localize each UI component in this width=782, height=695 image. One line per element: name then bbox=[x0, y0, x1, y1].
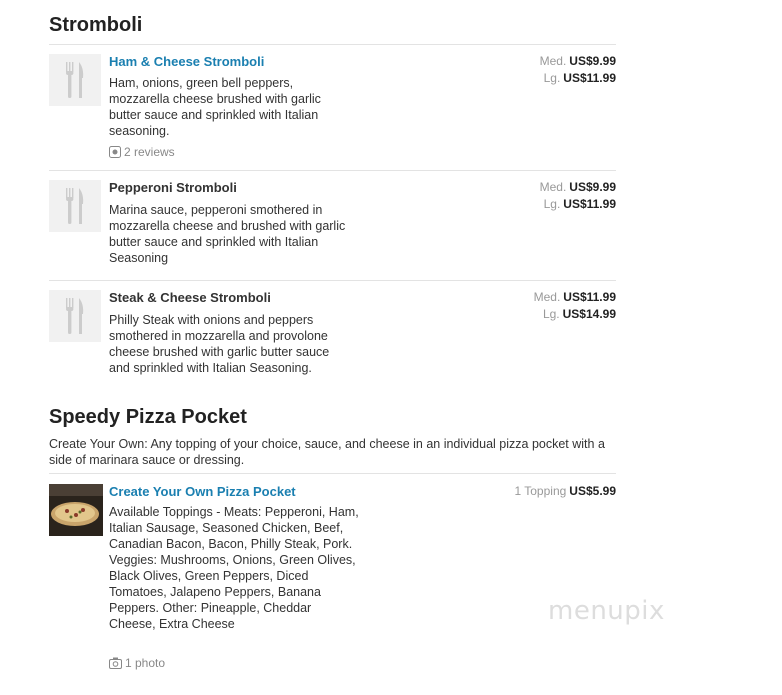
price-size: Med. bbox=[539, 54, 567, 68]
item-description: Ham, onions, green bell peppers, mozzare… bbox=[109, 76, 321, 138]
price-value: US$11.99 bbox=[563, 197, 616, 211]
price-row: Lg. US$11.99 bbox=[544, 197, 616, 211]
item-title: Steak & Cheese Stromboli bbox=[109, 290, 271, 305]
price-value: US$9.99 bbox=[569, 54, 616, 68]
photos-link[interactable]: 1 photo bbox=[109, 656, 165, 670]
item-description: Philly Steak with onions and peppers smo… bbox=[109, 313, 330, 375]
fork-knife-icon bbox=[66, 188, 84, 224]
fork-knife-icon bbox=[66, 298, 84, 334]
price-row: Med. US$11.99 bbox=[534, 290, 616, 304]
price-row: Med. US$9.99 bbox=[540, 54, 616, 68]
price-value: US$9.99 bbox=[569, 180, 616, 194]
price-size: Lg. bbox=[543, 71, 561, 85]
section-title-stromboli: Stromboli bbox=[49, 14, 143, 36]
price-size: Med. bbox=[539, 180, 567, 194]
item-title-link[interactable]: Ham & Cheese Stromboli bbox=[109, 54, 264, 69]
item-placeholder-image bbox=[49, 54, 101, 106]
item-description: Marina sauce, pepperoni smothered in moz… bbox=[109, 203, 346, 265]
camera-icon bbox=[109, 657, 122, 669]
photos-count: 1 photo bbox=[125, 656, 166, 670]
section-description: Create Your Own: Any topping of your cho… bbox=[49, 437, 605, 467]
price-size: Med. bbox=[533, 290, 561, 304]
price-value: US$11.99 bbox=[563, 71, 616, 85]
price-value: US$5.99 bbox=[569, 484, 616, 498]
divider bbox=[49, 44, 616, 45]
divider bbox=[49, 280, 616, 281]
reviews-count: 2 reviews bbox=[124, 145, 175, 159]
price-row: Med. US$9.99 bbox=[540, 180, 616, 194]
menupix-watermark: menupix bbox=[548, 596, 665, 626]
price-row: Lg. US$14.99 bbox=[543, 307, 616, 321]
price-row: 1 Topping US$5.99 bbox=[514, 484, 616, 498]
section-title-speedy-pizza-pocket: Speedy Pizza Pocket bbox=[49, 406, 247, 428]
item-photo[interactable] bbox=[49, 484, 103, 536]
item-description: Available Toppings - Meats: Pepperoni, H… bbox=[109, 505, 359, 631]
price-size: 1 Topping bbox=[514, 484, 567, 498]
price-value: US$14.99 bbox=[562, 307, 616, 321]
item-title-link[interactable]: Create Your Own Pizza Pocket bbox=[109, 484, 296, 499]
item-title: Pepperoni Stromboli bbox=[109, 180, 237, 195]
price-size: Lg. bbox=[543, 197, 561, 211]
price-size: Lg. bbox=[542, 307, 560, 321]
review-icon bbox=[109, 146, 121, 158]
reviews-link[interactable]: 2 reviews bbox=[109, 145, 175, 159]
divider bbox=[49, 473, 616, 474]
divider bbox=[49, 170, 616, 171]
item-placeholder-image bbox=[49, 180, 101, 232]
pizza-pocket-photo bbox=[49, 484, 103, 536]
fork-knife-icon bbox=[66, 62, 84, 98]
item-placeholder-image bbox=[49, 290, 101, 342]
price-value: US$11.99 bbox=[563, 290, 616, 304]
price-row: Lg. US$11.99 bbox=[544, 71, 616, 85]
